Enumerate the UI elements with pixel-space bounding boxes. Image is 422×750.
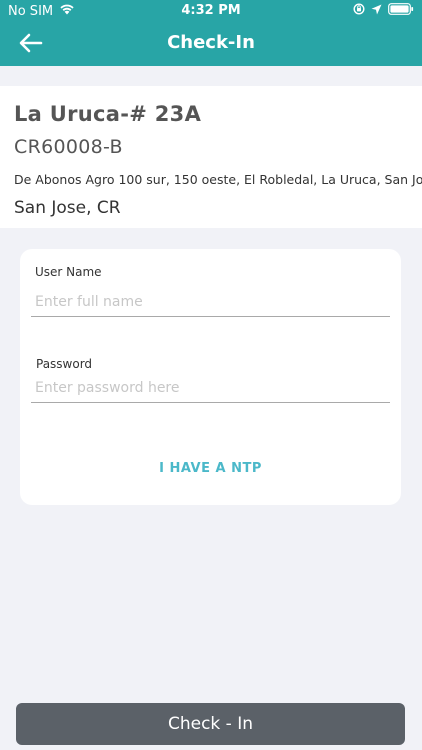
username-input[interactable]	[31, 287, 390, 317]
ntp-link[interactable]: I HAVE A NTP	[20, 461, 401, 476]
location-name: La Uruca-# 23A	[14, 102, 202, 126]
location-code: CR60008-B	[14, 136, 123, 158]
location-info-card: La Uruca-# 23A CR60008-B De Abonos Agro …	[0, 86, 422, 228]
check-in-button[interactable]: Check - In	[16, 703, 405, 745]
username-label: User Name	[35, 265, 102, 279]
battery-icon	[388, 3, 414, 19]
password-input[interactable]	[31, 373, 390, 403]
location-city: San Jose, CR	[14, 198, 121, 218]
nav-bar: Check-In	[0, 22, 422, 66]
status-bar: No SIM 4:32 PM	[0, 0, 422, 22]
location-address: De Abonos Agro 100 sur, 150 oeste, El Ro…	[14, 172, 422, 187]
status-right	[353, 3, 414, 19]
login-form-card: User Name Password I HAVE A NTP	[20, 249, 401, 505]
rotation-lock-icon	[353, 3, 365, 19]
page-title: Check-In	[167, 32, 255, 53]
password-label: Password	[36, 357, 93, 371]
app-header: No SIM 4:32 PM Check-In	[0, 0, 422, 66]
location-arrow-icon	[371, 4, 382, 19]
